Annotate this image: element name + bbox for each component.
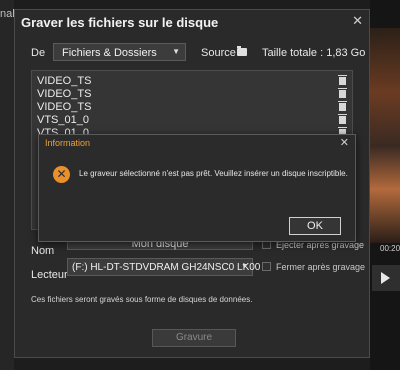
list-item[interactable]: VTS_01_0 — [32, 114, 352, 127]
source-label: Source — [201, 47, 236, 59]
ok-button[interactable]: OK — [289, 217, 341, 235]
video-preview — [370, 28, 400, 243]
file-name: VIDEO_TS — [37, 88, 92, 100]
timecode: 00:20:0 — [380, 244, 400, 253]
close-icon[interactable]: ✕ — [352, 13, 363, 29]
trash-icon[interactable] — [338, 88, 347, 98]
name-label: Nom — [31, 245, 55, 257]
chevron-down-icon: ▼ — [241, 263, 248, 270]
trash-icon[interactable] — [338, 114, 347, 124]
close-after-label: Fermer après gravage — [276, 262, 366, 272]
trash-icon[interactable] — [338, 101, 347, 111]
background-left-panel: nale — [0, 0, 21, 370]
list-item[interactable]: VIDEO_TS — [32, 88, 352, 101]
file-name: VTS_01_0 — [37, 114, 89, 126]
close-after-checkbox[interactable] — [262, 262, 271, 271]
source-type-value: Fichiers & Dossiers — [62, 47, 157, 59]
play-button[interactable] — [372, 265, 400, 291]
burn-button[interactable]: Gravure — [152, 329, 236, 347]
list-item[interactable]: VIDEO_TS — [32, 75, 352, 88]
source-type-select[interactable]: Fichiers & Dossiers ▼ — [53, 43, 186, 61]
trash-icon[interactable] — [338, 75, 347, 85]
folder-icon[interactable] — [237, 46, 247, 56]
popup-title: Information — [45, 138, 91, 148]
list-item[interactable]: VIDEO_TS — [32, 101, 352, 114]
close-icon[interactable]: ✕ — [340, 136, 349, 149]
drive-value: (F:) HL-DT-STDVDRAM GH24NSC0 LK00 — [72, 262, 261, 273]
popup-message: Le graveur sélectionné n'est pas prêt. V… — [79, 169, 348, 178]
chevron-down-icon: ▼ — [172, 47, 180, 56]
dialog-title: Graver les fichiers sur le disque — [21, 15, 219, 30]
file-name: VIDEO_TS — [37, 101, 92, 113]
info-popup: Information ✕ ✕ Le graveur sélectionné n… — [38, 134, 356, 242]
error-x-icon: ✕ — [53, 166, 70, 183]
file-name: VIDEO_TS — [37, 75, 92, 87]
drive-select[interactable]: (F:) HL-DT-STDVDRAM GH24NSC0 LK00 ▼ — [67, 258, 260, 276]
play-icon — [381, 272, 390, 284]
info-note: Ces fichiers seront gravés sous forme de… — [31, 295, 253, 304]
drive-label: Lecteur — [31, 269, 68, 281]
from-label: De — [31, 47, 46, 59]
total-size: Taille totale : 1,83 Go — [262, 47, 366, 59]
